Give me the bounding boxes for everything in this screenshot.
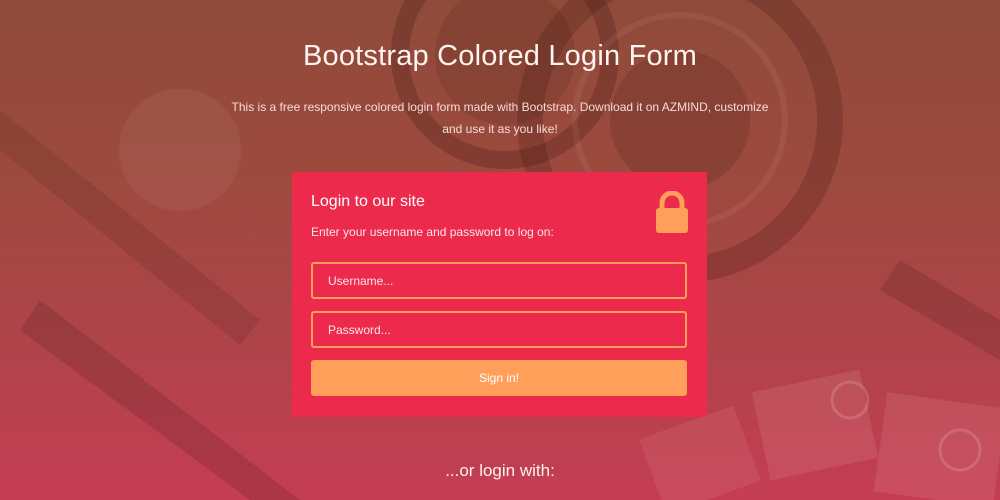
login-card-subtitle: Enter your username and password to log …: [311, 225, 554, 239]
page-description: This is a free responsive colored login …: [231, 100, 769, 136]
alternative-login-text: ...or login with:: [445, 461, 555, 480]
login-card: Login to our site Enter your username an…: [292, 172, 707, 417]
sign-in-button[interactable]: Sign in!: [311, 360, 687, 396]
lock-icon: [656, 191, 688, 233]
password-input[interactable]: [311, 311, 687, 348]
username-input[interactable]: [311, 262, 687, 299]
page-title: Bootstrap Colored Login Form: [302, 40, 698, 72]
login-card-title: Login to our site: [311, 193, 425, 210]
